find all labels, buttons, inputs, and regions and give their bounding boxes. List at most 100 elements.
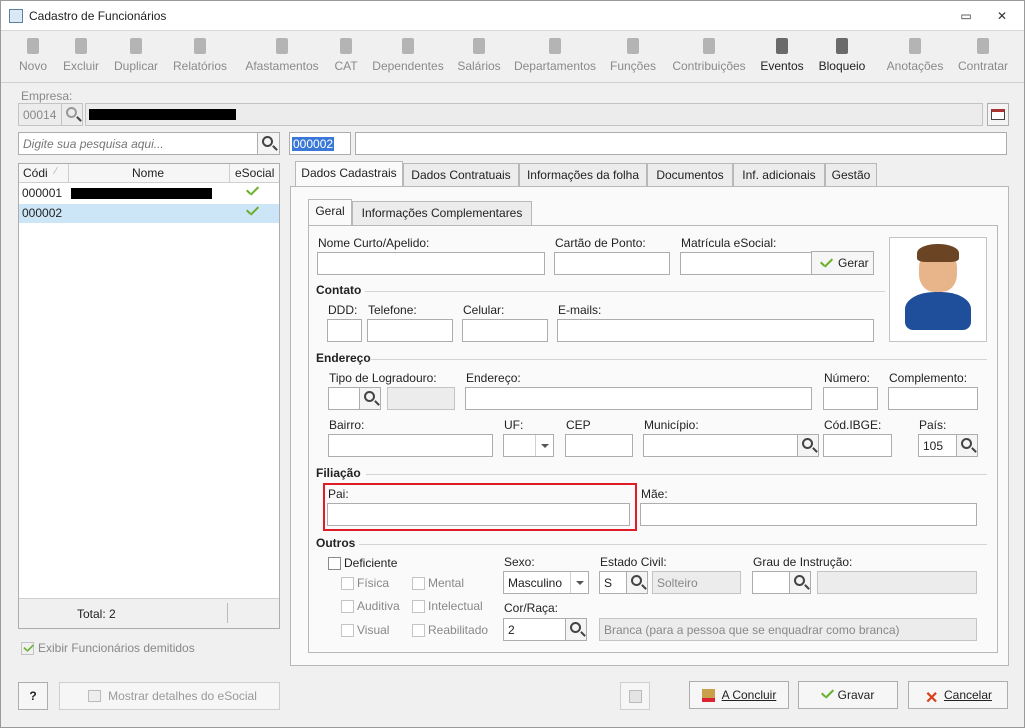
- toolbar-salarios-button[interactable]: Salários: [455, 33, 503, 81]
- empresa-search-button[interactable]: [61, 103, 83, 126]
- emails-input[interactable]: [557, 319, 874, 342]
- toolbar-dependentes-button[interactable]: Dependentes: [369, 33, 447, 81]
- tipo-logradouro-search[interactable]: [359, 387, 381, 410]
- grau-label: Grau de Instrução:: [753, 555, 853, 569]
- tab-3[interactable]: Documentos: [647, 163, 733, 187]
- sexo-select[interactable]: Masculino: [503, 571, 589, 594]
- pais-input[interactable]: 105: [918, 434, 957, 457]
- search-button[interactable]: [257, 132, 280, 155]
- estado-civil-input[interactable]: S: [599, 571, 627, 594]
- reabilitado-checkbox[interactable]: [412, 624, 425, 637]
- col-code[interactable]: Códi: [23, 166, 48, 180]
- tab-0[interactable]: Dados Cadastrais: [295, 161, 403, 187]
- close-button[interactable]: ✕: [990, 7, 1014, 25]
- row-code: 000001: [22, 186, 63, 200]
- col-name[interactable]: Nome: [132, 166, 164, 180]
- toolbar-relatorios-button[interactable]: Relatórios: [169, 33, 231, 81]
- cep-input[interactable]: [565, 434, 633, 457]
- toolbar-contratar-button[interactable]: Contratar: [953, 33, 1013, 81]
- numero-label: Número:: [824, 371, 871, 385]
- cancelar-button[interactable]: ✕ Cancelar: [908, 681, 1008, 709]
- col-esocial[interactable]: eSocial: [235, 166, 274, 180]
- toolbar-novo-button[interactable]: Novo: [11, 33, 55, 81]
- note-check-icon: [904, 37, 926, 57]
- toolbar-bloqueio-button[interactable]: Bloqueio: [813, 33, 871, 81]
- table-row[interactable]: 000001: [19, 184, 279, 203]
- empresa-name-field[interactable]: [85, 103, 983, 126]
- table-row-selected[interactable]: 000002: [19, 204, 279, 223]
- nome-curto-input[interactable]: [317, 252, 545, 275]
- gerar-button[interactable]: Gerar: [811, 251, 874, 275]
- auditiva-checkbox[interactable]: [341, 600, 354, 613]
- toolbar-departamentos-button[interactable]: Departamentos: [511, 33, 599, 81]
- empresa-code-field[interactable]: 00014: [18, 103, 62, 126]
- toolbar-contribuicoes-button[interactable]: Contribuições: [667, 33, 751, 81]
- restore-button[interactable]: ▭: [954, 7, 978, 25]
- intelectual-checkbox[interactable]: [412, 600, 425, 613]
- cor-input[interactable]: 2: [503, 618, 566, 641]
- endereco-input[interactable]: [465, 387, 812, 410]
- geral-panel: Nome Curto/Apelido: Cartão de Ponto: Mat…: [308, 225, 998, 653]
- tab-1[interactable]: Dados Contratuais: [403, 163, 519, 187]
- toolbar-excluir-button[interactable]: Excluir: [58, 33, 104, 81]
- mental-checkbox[interactable]: [412, 577, 425, 590]
- hire-icon: [972, 37, 994, 57]
- list-icon: [771, 37, 793, 57]
- toolbar-anotacoes-label: Anotações: [886, 59, 944, 73]
- employee-code-field[interactable]: 000002: [289, 132, 351, 155]
- avatar[interactable]: [889, 237, 987, 342]
- municipio-search[interactable]: [797, 434, 819, 457]
- tab-2[interactable]: Informações da folha: [519, 163, 647, 187]
- show-dismissed-checkbox[interactable]: [21, 642, 34, 655]
- uf-label: UF:: [504, 418, 524, 432]
- employee-name-field[interactable]: [355, 132, 1007, 155]
- deficiente-checkbox[interactable]: [328, 557, 341, 570]
- mae-input[interactable]: [640, 503, 977, 526]
- ddd-input[interactable]: [327, 319, 362, 342]
- attach-button[interactable]: [620, 682, 650, 710]
- endereco-section: Endereço: [316, 351, 371, 365]
- toolbar-cat-button[interactable]: CAT: [331, 33, 361, 81]
- uf-select[interactable]: [503, 434, 554, 457]
- toolbar-eventos-button[interactable]: Eventos: [757, 33, 807, 81]
- grau-search[interactable]: [789, 571, 811, 594]
- subtab-geral[interactable]: Geral: [308, 199, 352, 225]
- search-icon: [794, 575, 805, 586]
- estado-civil-search[interactable]: [626, 571, 648, 594]
- celular-input[interactable]: [462, 319, 548, 342]
- toolbar-duplicar-button[interactable]: Duplicar: [109, 33, 163, 81]
- esocial-details-button[interactable]: Mostrar detalhes do eSocial: [59, 682, 280, 710]
- grid-header: Códi ⁄ Nome eSocial: [19, 164, 279, 183]
- telefone-input[interactable]: [367, 319, 453, 342]
- numero-input[interactable]: [823, 387, 878, 410]
- contato-section: Contato: [316, 283, 362, 297]
- empresa-grid-button[interactable]: [987, 103, 1009, 126]
- cor-search[interactable]: [565, 618, 587, 641]
- bairro-input[interactable]: [328, 434, 493, 457]
- highlight-box: [323, 483, 637, 531]
- complemento-input[interactable]: [888, 387, 978, 410]
- tipo-logradouro-input[interactable]: [328, 387, 362, 410]
- help-button[interactable]: ?: [18, 682, 48, 710]
- subtab-info-complementares[interactable]: Informações Complementares: [352, 201, 532, 225]
- grau-input[interactable]: [752, 571, 790, 594]
- gravar-button[interactable]: Gravar: [798, 681, 898, 709]
- sort-icon: ⁄: [55, 166, 57, 177]
- search-input[interactable]: Digite sua pesquisa aqui...: [18, 132, 258, 155]
- matricula-input[interactable]: [680, 252, 812, 275]
- cartao-input[interactable]: [554, 252, 670, 275]
- telefone-label: Telefone:: [368, 303, 417, 317]
- pais-search[interactable]: [956, 434, 978, 457]
- tab-4[interactable]: Inf. adicionais: [733, 163, 825, 187]
- toolbar-funcoes-button[interactable]: Funções: [607, 33, 659, 81]
- visual-checkbox[interactable]: [341, 624, 354, 637]
- reabilitado-label: Reabilitado: [428, 623, 489, 637]
- toolbar-anotacoes-button[interactable]: Anotações: [881, 33, 949, 81]
- row-code: 000002: [22, 206, 63, 220]
- tab-5[interactable]: Gestão: [825, 163, 877, 187]
- municipio-input[interactable]: [643, 434, 798, 457]
- fisica-checkbox[interactable]: [341, 577, 354, 590]
- concluir-button[interactable]: A Concluir: [689, 681, 789, 709]
- cod-ibge-input[interactable]: [823, 434, 892, 457]
- toolbar-afastamentos-button[interactable]: Afastamentos: [241, 33, 323, 81]
